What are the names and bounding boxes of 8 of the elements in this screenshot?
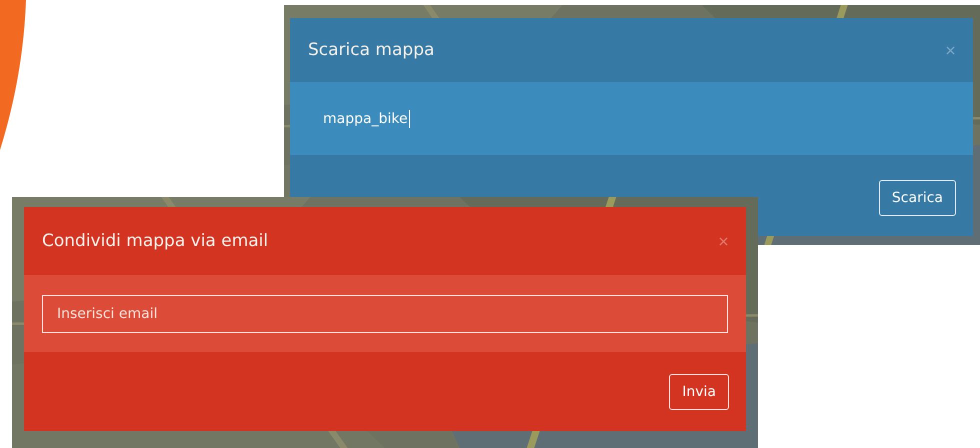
input-field[interactable]: mappa_bike bbox=[323, 108, 410, 130]
close-icon[interactable] bbox=[719, 236, 728, 246]
close-icon[interactable] bbox=[946, 46, 955, 54]
submit-button[interactable]: Scarica bbox=[878, 180, 956, 216]
submit-button[interactable]: Invia bbox=[669, 374, 729, 410]
input-field[interactable]: Inserisci email bbox=[42, 294, 728, 332]
dialog-title: Condividi mappa via email bbox=[42, 231, 268, 251]
dialog-title: Scarica mappa bbox=[308, 40, 434, 60]
